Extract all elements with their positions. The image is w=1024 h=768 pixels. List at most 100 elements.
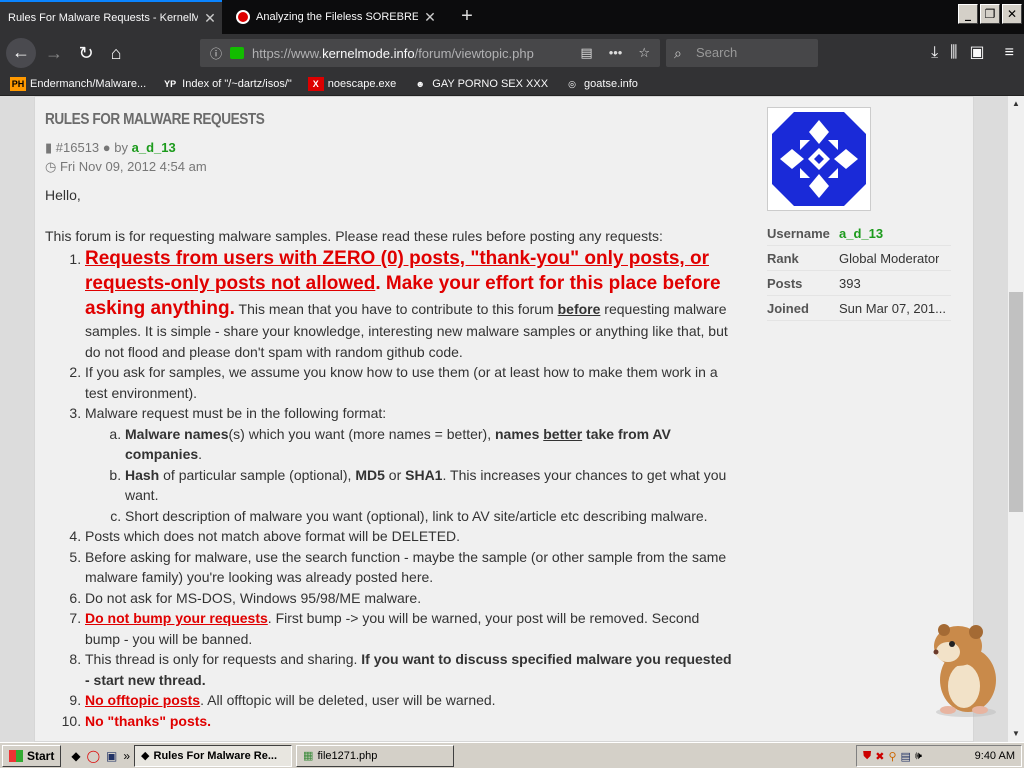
library-icon[interactable]: ⫼ <box>950 39 957 67</box>
format-a-period: . <box>198 446 203 462</box>
clock-icon: ◷ <box>45 159 57 174</box>
bookmark-label: GAY PORNO SEX XXX <box>432 77 549 90</box>
shield-icon[interactable]: ⛊ <box>863 750 871 763</box>
profile-posts-count[interactable]: 393 <box>839 276 861 291</box>
bookmark-gay-porno[interactable]: ☻ GAY PORNO SEX XXX <box>412 77 549 91</box>
mask-icon: ☻ <box>415 78 426 89</box>
reader-view-icon[interactable]: ▤ <box>580 45 592 61</box>
bookmark-label: noescape.exe <box>327 77 397 90</box>
search-input[interactable]: ⌕ Search <box>666 39 818 67</box>
trendmicro-favicon-icon <box>236 10 250 24</box>
scroll-up-icon[interactable]: ▲ <box>1008 96 1024 112</box>
greeting: Hello, <box>45 187 81 203</box>
forward-arrow-icon[interactable]: → <box>40 39 68 67</box>
profile-username-row: Username a_d_13 <box>767 221 951 246</box>
close-tab-icon[interactable]: ✕ <box>422 9 438 26</box>
avatar[interactable] <box>767 107 871 211</box>
bookmarks-bar: PH Endermanch/Malware... YP Index of "/~… <box>0 72 1024 96</box>
scroll-down-icon[interactable]: ▼ <box>1008 726 1024 742</box>
tab-rules-malware[interactable]: Rules For Malware Requests - KernelMode … <box>0 0 222 34</box>
search-icon: ⌕ <box>674 45 682 61</box>
profile-posts-label: Posts <box>767 275 803 291</box>
by-label: by <box>114 140 129 155</box>
taskbar-item-file[interactable]: ▦ file1271.php <box>296 744 455 767</box>
site-info-icon[interactable]: ⓘ <box>206 45 226 62</box>
bookmark-label: goatse.info <box>584 77 638 90</box>
search-placeholder: Search <box>696 45 738 60</box>
taskbar: Start ◆ ◯ ▣ » ◆ Rules For Malware Re... … <box>0 742 1024 768</box>
quick-launch: ◆ ◯ ▣ » <box>71 749 130 763</box>
start-button[interactable]: Start <box>2 744 62 767</box>
profile-rank: Global Moderator <box>839 250 940 266</box>
network-tray-icon[interactable]: ▤ <box>901 750 911 763</box>
rule7-highlight: Do not bump your requests <box>85 610 268 626</box>
format-b-sha1: SHA1 <box>405 466 443 483</box>
format-a: Malware names(s) which you want (more na… <box>125 424 735 465</box>
sidebar-icon[interactable]: ▣ <box>970 39 985 67</box>
tab-title: Rules For Malware Requests - KernelMode <box>8 12 198 24</box>
navigation-bar: ← → ↻ ⌂ ⓘ https://www.kernelmode.info/fo… <box>0 34 1024 72</box>
rule-4: Posts which does not match above format … <box>85 526 735 547</box>
profile-username-link[interactable]: a_d_13 <box>839 226 883 241</box>
minimize-icon[interactable]: _ <box>958 4 978 24</box>
profile-joined: Sun Mar 07, 201... <box>839 300 946 316</box>
window-controls: _ ❐ ✕ <box>958 4 1022 24</box>
opera-icon[interactable]: ◯ <box>87 749 100 763</box>
url-path: /forum/viewtopic.php <box>414 45 534 61</box>
bookmark-index-dartz[interactable]: YP Index of "/~dartz/isos/" <box>162 77 292 91</box>
network-icon[interactable]: ▣ <box>106 749 117 763</box>
profile-rank-row: Rank Global Moderator <box>767 246 951 271</box>
tab-strip: Rules For Malware Requests - KernelMode … <box>0 0 1024 34</box>
hamster-pet-icon[interactable] <box>918 616 1008 718</box>
x-icon: X <box>307 76 324 91</box>
rule-7: Do not bump your requests. First bump ->… <box>85 608 735 649</box>
format-a-bold: Malware names <box>125 425 229 442</box>
bookmark-endermanch[interactable]: PH Endermanch/Malware... <box>10 76 146 91</box>
close-tab-icon[interactable]: ✕ <box>202 10 218 27</box>
start-label: Start <box>27 748 55 763</box>
vertical-scrollbar[interactable]: ▲ ▼ <box>1008 96 1024 742</box>
post-title[interactable]: RULES FOR MALWARE REQUESTS <box>45 111 265 129</box>
alert-icon[interactable]: ✖ <box>875 750 884 763</box>
post-author-link[interactable]: a_d_13 <box>132 140 176 155</box>
restore-icon[interactable]: ❐ <box>980 4 1000 24</box>
post-date: Fri Nov 09, 2012 4:54 am <box>59 159 207 174</box>
back-arrow-icon[interactable]: ← <box>6 38 36 68</box>
hamster-launch-icon[interactable]: ◆ <box>71 749 80 763</box>
new-tab-button[interactable]: + <box>452 0 482 34</box>
rule9-highlight: No offtopic posts <box>85 692 201 708</box>
user-icon: ● <box>102 140 111 155</box>
rule-10: No "thanks" posts. <box>85 711 735 732</box>
rule-2: If you ask for samples, we assume you kn… <box>85 362 735 403</box>
rule-9: No offtopic posts. All offtopic will be … <box>85 690 735 711</box>
pornhub-icon: PH <box>10 76 26 91</box>
bookmark-star-icon[interactable]: ☆ <box>638 45 650 61</box>
volume-icon[interactable]: 🕪 <box>915 750 922 763</box>
lock-icon <box>230 47 244 59</box>
format-b-md5: MD5 <box>355 466 385 483</box>
url-prefix: https://www. <box>252 45 323 61</box>
download-icon[interactable]: ⤓ <box>931 39 938 67</box>
file-icon: ▦ <box>303 750 314 762</box>
reload-icon[interactable]: ↻ <box>72 39 100 67</box>
page-actions-icon[interactable]: ••• <box>609 45 623 61</box>
close-window-icon[interactable]: ✕ <box>1002 4 1022 24</box>
expand-quick-launch-icon[interactable]: » <box>123 749 130 763</box>
screen: Rules For Malware Requests - KernelMode … <box>0 0 1024 768</box>
tab-sorebrect[interactable]: Analyzing the Fileless SOREBRECT ✕ <box>228 0 448 34</box>
scroll-thumb[interactable] <box>1009 292 1023 512</box>
menu-icon[interactable]: ≡ <box>1005 39 1014 67</box>
format-b-hash: Hash <box>125 466 160 483</box>
url-text[interactable]: https://www.kernelmode.info/forum/viewto… <box>252 46 552 61</box>
taskbar-item-browser[interactable]: ◆ Rules For Malware Re... <box>134 744 293 767</box>
post-body: Hello, This forum is for requesting malw… <box>45 185 735 731</box>
url-domain: kernelmode.info <box>322 45 415 61</box>
rule8-text: This thread is only for requests and sha… <box>85 651 362 667</box>
bookmark-noescape[interactable]: X noescape.exe <box>307 76 397 91</box>
magnifier-icon[interactable]: ⚲ <box>888 750 896 763</box>
post-id[interactable]: #16513 <box>56 140 99 155</box>
url-bar[interactable]: ⓘ https://www.kernelmode.info/forum/view… <box>200 39 660 67</box>
rule1-before: before <box>557 301 601 317</box>
home-icon[interactable]: ⌂ <box>102 39 130 67</box>
bookmark-goatse[interactable]: ◎ goatse.info <box>564 77 638 91</box>
